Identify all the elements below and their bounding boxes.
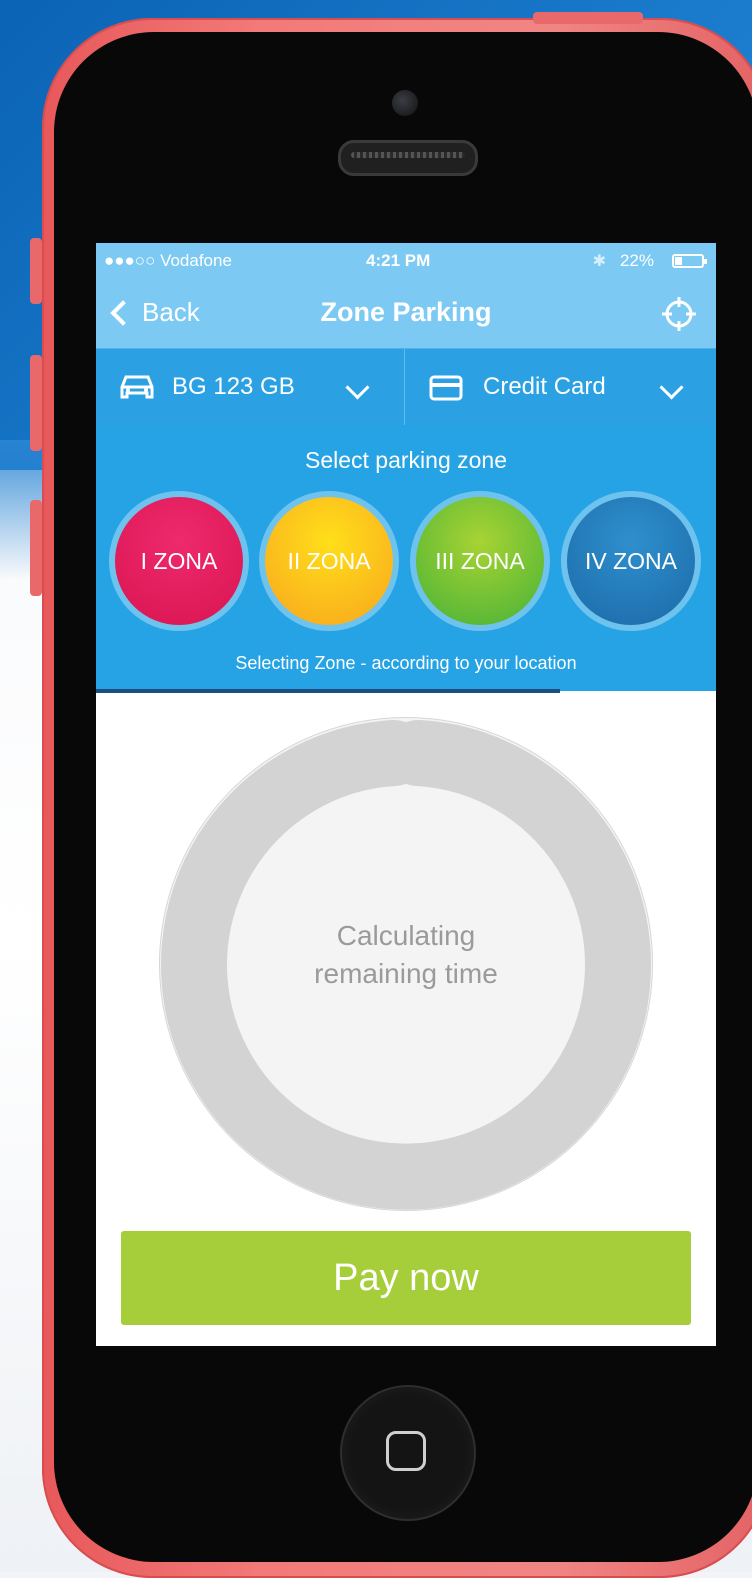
zone-progress-line (96, 689, 560, 693)
zone-panel-title: Select parking zone (304, 447, 507, 473)
timer-line-2: remaining time (314, 958, 498, 989)
zone-location-note: Selecting Zone - according to your locat… (235, 653, 577, 673)
zone-label: III ZONA (435, 547, 525, 574)
timer-dial: Calculating remaining time (159, 717, 653, 1211)
camera-icon (392, 90, 418, 116)
vehicle-plate: BG 123 GB (172, 373, 295, 400)
zone-button-4[interactable]: IV ZONA (561, 491, 701, 631)
payment-selector[interactable]: Credit Card (405, 349, 716, 425)
phone-side-button-top (533, 12, 643, 24)
timer-line-1: Calculating (336, 920, 476, 951)
zone-button-3[interactable]: III ZONA (410, 491, 550, 631)
app-screen: ●●●○○ Vodafone 4:21 PM ✱ 22% Back Zone P… (96, 243, 716, 1346)
zone-label: I ZONA (140, 547, 218, 574)
selector-bar: BG 123 GB Credit Card (96, 348, 716, 426)
crosshair-icon[interactable] (660, 295, 698, 333)
battery-percent: 22% (619, 251, 654, 270)
status-bar: ●●●○○ Vodafone 4:21 PM ✱ 22% (96, 243, 716, 279)
status-time: 4:21 PM (366, 251, 431, 270)
credit-card-icon (429, 375, 463, 401)
zone-button-1[interactable]: I ZONA (109, 491, 249, 631)
top-bar: ●●●○○ Vodafone 4:21 PM ✱ 22% Back Zone P… (96, 243, 716, 348)
home-square-icon (386, 1431, 426, 1471)
timer-status-text: Calculating remaining time (256, 917, 556, 993)
pay-now-button[interactable]: Pay now (121, 1231, 691, 1325)
battery-icon (672, 254, 707, 268)
phone-side-button-1 (30, 238, 42, 304)
chevron-down-icon (659, 375, 684, 400)
zone-button-2[interactable]: II ZONA (259, 491, 399, 631)
vehicle-selector[interactable]: BG 123 GB (96, 349, 405, 425)
chevron-down-icon (345, 375, 370, 400)
zone-label: II ZONA (287, 547, 371, 574)
bluetooth-icon: ✱ (592, 253, 606, 270)
payment-method: Credit Card (483, 373, 606, 400)
car-icon (120, 375, 154, 399)
carrier-label: ●●●○○ Vodafone (104, 251, 232, 270)
navigation-bar: Back Zone Parking (96, 283, 716, 348)
phone-side-button-2 (30, 355, 42, 451)
phone-side-button-3 (30, 500, 42, 596)
zone-label: IV ZONA (584, 547, 677, 574)
page-title: Zone Parking (320, 297, 492, 327)
zone-panel: Select parking zone I ZONA II ZONA III Z… (96, 425, 716, 691)
home-button[interactable] (340, 1385, 476, 1521)
speaker-grille (338, 140, 478, 176)
